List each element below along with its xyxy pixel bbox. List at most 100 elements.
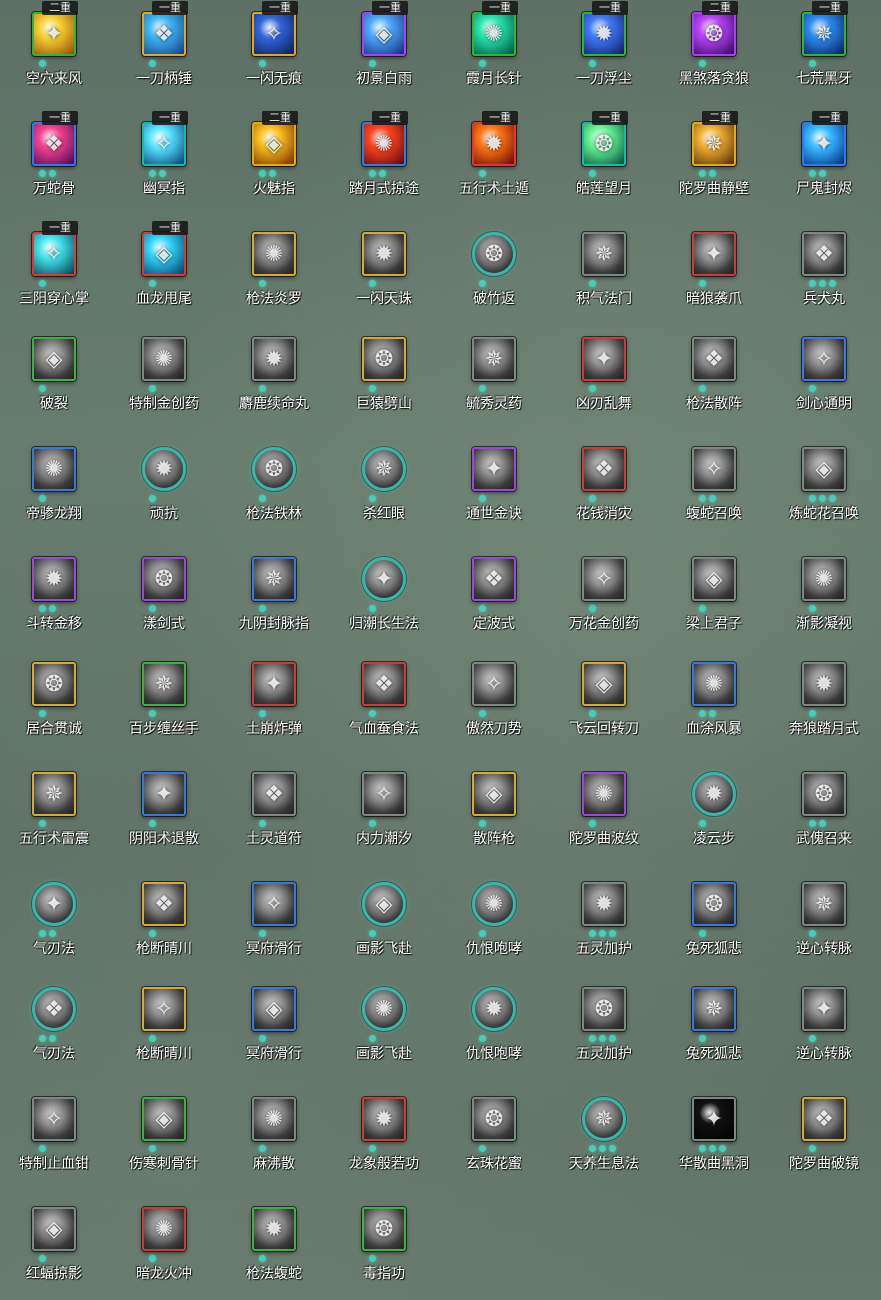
sword-wave-icon[interactable]: ❂	[142, 557, 186, 601]
ripple-icon[interactable]: ✺	[582, 772, 626, 816]
skill-slot[interactable]: ✦ 华散曲黑洞	[659, 1085, 769, 1181]
skill-slot[interactable]: ✹ 一重 一刀浮尘	[549, 0, 659, 96]
skill-slot[interactable]: ✹ 枪法蝮蛇	[219, 1195, 329, 1291]
spear-icon[interactable]: ✺	[252, 232, 296, 276]
skill-slot[interactable]: ✵ 百步缠丝手	[109, 650, 219, 746]
dragon-elephant-icon[interactable]: ✹	[362, 1097, 406, 1141]
rain-icon[interactable]: ◈	[362, 12, 406, 56]
cloud-step-icon[interactable]: ✹	[692, 772, 736, 816]
skill-slot[interactable]: ✦ 一重 尸鬼封烬	[769, 110, 879, 206]
skill-slot[interactable]: ◈ 散阵枪	[439, 760, 549, 856]
viper-spear-icon[interactable]: ✹	[252, 1207, 296, 1251]
skill-slot[interactable]: ✵ 九阴封脉指	[219, 545, 329, 641]
skill-slot[interactable]: ❖ 气血蚕食法	[329, 650, 439, 746]
skill-slot[interactable]: ❂ 一重 皓莲望月	[549, 110, 659, 206]
skill-slot[interactable]: ✧ 冥府滑行	[219, 870, 329, 966]
cloud-blade-icon[interactable]: ◈	[582, 662, 626, 706]
skill-slot[interactable]: ✹ 奔狼踏月式	[769, 650, 879, 746]
puppet-icon[interactable]: ❂	[802, 772, 846, 816]
skill-slot[interactable]: ❂ 破竹返	[439, 220, 549, 316]
spear-break-icon[interactable]: ❖	[142, 882, 186, 926]
skill-slot[interactable]: ✺ 一重 霞月长针	[439, 0, 549, 96]
gourd-icon[interactable]: ✵	[472, 337, 516, 381]
blade-stance-icon[interactable]: ✧	[472, 662, 516, 706]
skill-slot[interactable]: ✧ 特制止血钳	[0, 1085, 109, 1181]
inner-tide-icon[interactable]: ✧	[362, 772, 406, 816]
iai-icon[interactable]: ❂	[32, 662, 76, 706]
skill-slot[interactable]: ◈ 红蝠掠影	[0, 1195, 109, 1291]
skill-slot[interactable]: ❖ 陀罗曲破镜	[769, 1085, 879, 1181]
skill-slot[interactable]: ✧ 剑心通明	[769, 325, 879, 421]
skill-slot[interactable]: ✹ 一重 五行术土遁	[439, 110, 549, 206]
nectar-icon[interactable]: ❂	[472, 1097, 516, 1141]
skill-slot[interactable]: ❂ 五灵加护	[549, 975, 659, 1071]
skill-slot[interactable]: ◈ 破裂	[0, 325, 109, 421]
dragon-fly-icon[interactable]: ✺	[32, 447, 76, 491]
strike-icon[interactable]: ✹	[362, 232, 406, 276]
skill-slot[interactable]: ◈ 二重 火魅指	[219, 110, 329, 206]
wolf-run-icon[interactable]: ✹	[802, 662, 846, 706]
snake-icon[interactable]: ❖	[32, 122, 76, 166]
skill-slot[interactable]: ✺ 渐影凝视	[769, 545, 879, 641]
skill-slot[interactable]: ❂ 巨猿劈山	[329, 325, 439, 421]
powder-icon[interactable]: ✺	[252, 1097, 296, 1141]
skill-slot[interactable]: ✵ 积气法门	[549, 220, 659, 316]
pill-icon[interactable]: ✹	[252, 337, 296, 381]
skill-slot[interactable]: ✹ 五灵加护	[549, 870, 659, 966]
skill-slot[interactable]: ✵ 杀红眼	[329, 435, 439, 531]
skill-slot[interactable]: ❖ 枪法散阵	[659, 325, 769, 421]
skill-slot[interactable]: ✺ 麻沸散	[219, 1085, 329, 1181]
viper-icon[interactable]: ✧	[692, 447, 736, 491]
skill-slot[interactable]: ✧ 枪断晴川	[109, 975, 219, 1071]
claw-icon[interactable]: ✦	[692, 232, 736, 276]
five-spirit-icon[interactable]: ✹	[582, 882, 626, 926]
ghost-fire-icon[interactable]: ✦	[802, 122, 846, 166]
skill-slot[interactable]: ✵ 五行术雷震	[0, 760, 109, 856]
gaze-icon[interactable]: ✺	[802, 557, 846, 601]
skill-slot[interactable]: ✦ 二重 空穴来风	[0, 0, 109, 96]
palm-icon[interactable]: ✧	[32, 232, 76, 276]
skill-slot[interactable]: ✦ 归潮长生法	[329, 545, 439, 641]
skill-slot[interactable]: ✵ 毓秀灵药	[439, 325, 549, 421]
bat-icon[interactable]: ◈	[32, 1207, 76, 1251]
slash-icon[interactable]: ✹	[582, 12, 626, 56]
skill-slot[interactable]: ✦ 土崩炸弹	[219, 650, 329, 746]
fox-icon[interactable]: ✵	[692, 987, 736, 1031]
earth-icon[interactable]: ✹	[472, 122, 516, 166]
calm-wave-icon[interactable]: ❖	[472, 557, 516, 601]
skill-slot[interactable]: ✧ 蝮蛇召唤	[659, 435, 769, 531]
rage-eye-icon[interactable]: ✵	[362, 447, 406, 491]
skill-slot[interactable]: ✵ 二重 陀罗曲静壁	[659, 110, 769, 206]
skill-slot[interactable]: ◈ 炼蛇花召唤	[769, 435, 879, 531]
dog-pill-icon[interactable]: ❖	[802, 232, 846, 276]
skill-slot[interactable]: ✵ 天养生息法	[549, 1085, 659, 1181]
cold-needle-icon[interactable]: ◈	[142, 1097, 186, 1141]
wall-icon[interactable]: ✵	[692, 122, 736, 166]
skill-slot[interactable]: ◈ 伤寒刺骨针	[109, 1085, 219, 1181]
shatter-icon[interactable]: ◈	[32, 337, 76, 381]
needle-icon[interactable]: ✺	[472, 12, 516, 56]
poison-finger-icon[interactable]: ❂	[362, 1207, 406, 1251]
silk-hand-icon[interactable]: ✵	[142, 662, 186, 706]
skill-slot[interactable]: ✧ 一重 三阳穿心掌	[0, 220, 109, 316]
skill-slot[interactable]: ◈ 一重 血龙甩尾	[109, 220, 219, 316]
roar-icon[interactable]: ✺	[472, 882, 516, 926]
skill-slot[interactable]: ◈ 画影飞赴	[329, 870, 439, 966]
spin-icon[interactable]: ✹	[32, 557, 76, 601]
potion-icon[interactable]: ✺	[142, 337, 186, 381]
air-blade-icon[interactable]: ✦	[32, 882, 76, 926]
reverse-pulse-icon[interactable]: ✵	[802, 882, 846, 926]
skill-slot[interactable]: ✺ 特制金创药	[109, 325, 219, 421]
skill-slot[interactable]: ❂ 武傀召来	[769, 760, 879, 856]
skill-slot[interactable]: ◈ 梁上君子	[659, 545, 769, 641]
fang-icon[interactable]: ✵	[802, 12, 846, 56]
qi-icon[interactable]: ✵	[582, 232, 626, 276]
skill-slot[interactable]: ❂ 兔死狐悲	[659, 870, 769, 966]
underworld-glide-icon[interactable]: ◈	[252, 987, 296, 1031]
skill-slot[interactable]: ✺ 帝骖龙翔	[0, 435, 109, 531]
skill-slot[interactable]: ✹ 顽抗	[109, 435, 219, 531]
skill-slot[interactable]: ✺ 暗龙火冲	[109, 1195, 219, 1291]
skill-slot[interactable]: ❖ 枪断晴川	[109, 870, 219, 966]
skill-slot[interactable]: ✦ 逆心转脉	[769, 975, 879, 1071]
ape-icon[interactable]: ❂	[362, 337, 406, 381]
